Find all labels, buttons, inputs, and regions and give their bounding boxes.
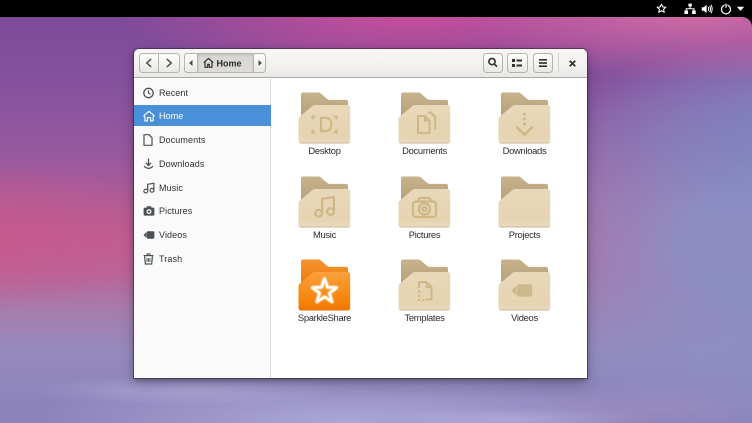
svg-text:Home: Home (217, 59, 242, 69)
